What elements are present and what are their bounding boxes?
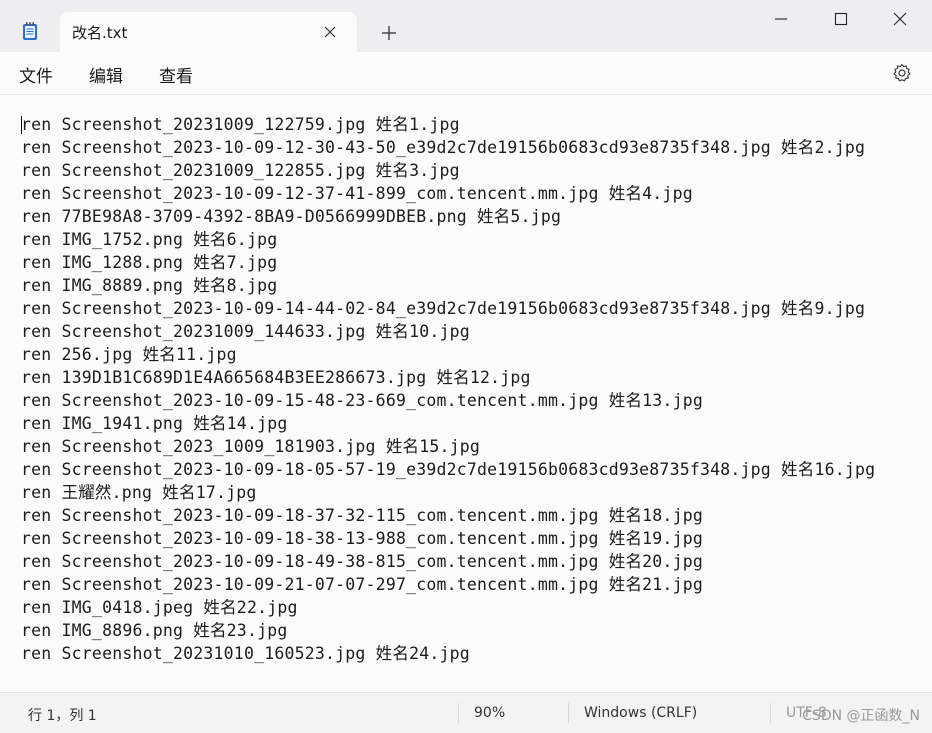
text-line: ren IMG_1941.png 姓名14.jpg: [21, 414, 288, 433]
status-divider: [770, 703, 771, 723]
minimize-button[interactable]: [752, 0, 812, 38]
text-line: ren Screenshot_2023-10-09-15-48-23-669_c…: [21, 391, 703, 410]
text-line: ren Screenshot_2023-10-09-18-49-38-815_c…: [21, 552, 703, 571]
tab-title: 改名.txt: [72, 24, 128, 42]
text-line: ren 256.jpg 姓名11.jpg: [21, 345, 237, 364]
zoom-level: 90%: [474, 705, 506, 721]
editor-lines: ren Screenshot_20231009_122759.jpg 姓名1.j…: [21, 113, 875, 665]
status-divider: [568, 703, 569, 723]
text-line: ren Screenshot_20231009_122855.jpg 姓名3.j…: [21, 161, 460, 180]
line-ending: Windows (CRLF): [584, 705, 698, 721]
minimize-icon: [775, 18, 787, 20]
close-icon[interactable]: [322, 24, 338, 40]
text-line: ren IMG_8896.png 姓名23.jpg: [21, 621, 288, 640]
text-line: ren Screenshot_20231010_160523.jpg 姓名24.…: [21, 644, 470, 663]
maximize-icon: [834, 12, 848, 26]
plus-icon[interactable]: [380, 24, 398, 42]
text-line: ren IMG_0418.jpeg 姓名22.jpg: [21, 598, 298, 617]
tab-document[interactable]: 改名.txt: [60, 12, 357, 52]
menu-bar: 文件 编辑 查看: [0, 52, 932, 95]
close-window-button[interactable]: [871, 0, 931, 38]
title-bar: 改名.txt: [0, 0, 932, 52]
text-line: ren 77BE98A8-3709-4392-8BA9-D0566999DBEB…: [21, 207, 562, 226]
text-line: ren 139D1B1C689D1E4A665684B3EE286673.jpg…: [21, 368, 531, 387]
status-divider: [458, 703, 459, 723]
text-line: ren Screenshot_2023-10-09-18-37-32-115_c…: [21, 506, 703, 525]
text-line: ren Screenshot_2023-10-09-21-07-07-297_c…: [21, 575, 703, 594]
text-line: ren IMG_1752.png 姓名6.jpg: [21, 230, 278, 249]
text-line: ren 王耀然.png 姓名17.jpg: [21, 483, 257, 502]
text-line: ren Screenshot_2023-10-09-18-05-57-19_e3…: [21, 460, 876, 479]
maximize-button[interactable]: [812, 0, 872, 38]
menu-file[interactable]: 文件: [19, 62, 53, 87]
status-bar: 行 1，列 1 90% Windows (CRLF) UTF-8 CSDN @正…: [0, 692, 932, 733]
text-line: ren Screenshot_2023_1009_181903.jpg 姓名15…: [21, 437, 481, 456]
menu-view[interactable]: 查看: [159, 62, 193, 87]
text-line: ren IMG_8889.png 姓名8.jpg: [21, 276, 278, 295]
close-icon: [893, 12, 907, 26]
notepad-window: 改名.txt 文件 编辑 查看 ren Screenshot_20231009_…: [0, 0, 932, 733]
csdn-watermark: CSDN @正函数_N: [802, 708, 920, 724]
notepad-icon: [22, 21, 38, 41]
text-line: ren Screenshot_2023-10-09-14-44-02-84_e3…: [21, 299, 866, 318]
cursor-position: 行 1，列 1: [28, 708, 97, 724]
text-line: ren Screenshot_20231009_122759.jpg 姓名1.j…: [21, 115, 460, 134]
text-line: ren IMG_1288.png 姓名7.jpg: [21, 253, 278, 272]
text-line: ren Screenshot_2023-10-09-18-38-13-988_c…: [21, 529, 703, 548]
text-editor[interactable]: ren Screenshot_20231009_122759.jpg 姓名1.j…: [0, 95, 932, 692]
text-line: ren Screenshot_20231009_144633.jpg 姓名10.…: [21, 322, 470, 341]
menu-edit[interactable]: 编辑: [89, 62, 123, 87]
text-line: ren Screenshot_2023-10-09-12-30-43-50_e3…: [21, 138, 866, 157]
gear-icon[interactable]: [891, 62, 913, 84]
text-line: ren Screenshot_2023-10-09-12-37-41-899_c…: [21, 184, 693, 203]
text-caret: [21, 116, 22, 134]
